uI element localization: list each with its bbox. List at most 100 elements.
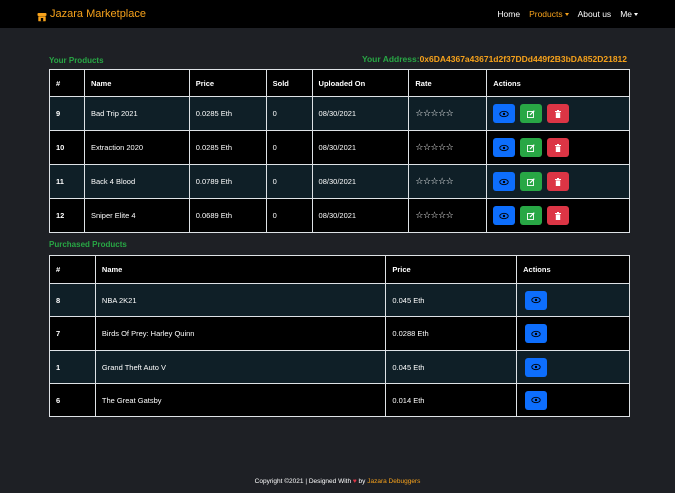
table-header-row: # Name Price Sold Uploaded On Rate Actio… [49, 69, 630, 97]
caret-down-icon [634, 12, 638, 16]
column-header: Price [385, 255, 518, 284]
view-button[interactable] [525, 290, 548, 310]
edit-icon [527, 177, 536, 186]
product-name: Back 4 Blood [83, 164, 190, 199]
star-rating[interactable]: ☆☆☆☆☆ [408, 164, 488, 199]
caret-down-icon [564, 12, 569, 16]
actions-cell [516, 383, 630, 417]
actions-cell [516, 316, 630, 351]
product-sold: 0 [265, 164, 313, 199]
wallet-address: Your Address:0x6DA4367a43671d2f37DDd449f… [362, 54, 627, 64]
product-uploaded: 08/30/2021 [311, 198, 410, 233]
purchase-price: 0.045 Eth [385, 283, 518, 317]
star-rating[interactable]: ☆☆☆☆☆ [408, 96, 488, 131]
product-sold: 0 [265, 130, 313, 165]
product-sold: 0 [265, 198, 313, 233]
product-price: 0.0789 Eth [188, 164, 267, 199]
delete-button[interactable] [547, 172, 570, 191]
view-button[interactable] [493, 206, 516, 225]
column-header: Sold [265, 69, 313, 97]
table-row: 12 Sniper Elite 4 0.0689 Eth 0 08/30/202… [49, 198, 630, 233]
product-id: 12 [49, 198, 85, 233]
nav-about[interactable]: About us [578, 9, 612, 19]
trash-icon [555, 109, 562, 118]
actions-cell [486, 130, 630, 165]
view-button[interactable] [493, 104, 516, 123]
column-header: Name [83, 69, 190, 97]
purchase-id: 6 [49, 383, 96, 417]
actions-cell [486, 164, 630, 199]
delete-button[interactable] [547, 104, 570, 123]
delete-button[interactable] [547, 138, 570, 157]
nav-links: Home Products About us Me [488, 0, 638, 28]
purchase-name: Birds Of Prey: Harley Quinn [94, 316, 387, 351]
footer: Copyright ©2021 | Designed With ♥ by Jaz… [0, 478, 675, 485]
trash-icon [555, 143, 562, 152]
footer-team-link[interactable]: Jazara Debuggers [367, 478, 420, 485]
product-price: 0.0285 Eth [188, 96, 267, 131]
table-row: 10 Extraction 2020 0.0285 Eth 0 08/30/20… [49, 130, 630, 165]
eye-icon [499, 110, 509, 117]
view-button[interactable] [525, 324, 548, 343]
purchase-name: Grand Theft Auto V [94, 350, 387, 384]
edit-button[interactable] [520, 206, 543, 225]
purchase-id: 1 [49, 350, 96, 384]
nav-me-label: Me [620, 9, 632, 19]
actions-cell [486, 198, 630, 233]
purchased-products-title: Purchased Products [49, 240, 127, 249]
address-label: Your Address: [361, 54, 420, 64]
column-header: Uploaded On [311, 69, 410, 97]
nav-products-dropdown[interactable]: Products [529, 9, 569, 19]
view-button[interactable] [525, 357, 548, 377]
delete-button[interactable] [547, 206, 570, 225]
brand-link[interactable]: Jazara Marketplace [37, 7, 146, 22]
column-header: Actions [486, 69, 630, 97]
trash-icon [555, 211, 562, 220]
product-sold: 0 [265, 96, 313, 131]
eye-icon [531, 363, 541, 371]
your-products-table: # Name Price Sold Uploaded On Rate Actio… [49, 69, 630, 233]
view-button[interactable] [493, 138, 516, 157]
edit-button[interactable] [520, 138, 543, 157]
product-uploaded: 08/30/2021 [311, 164, 410, 199]
eye-icon [531, 396, 541, 404]
edit-icon [527, 109, 536, 118]
edit-button[interactable] [520, 104, 543, 123]
star-rating[interactable]: ☆☆☆☆☆ [408, 130, 488, 165]
product-price: 0.0285 Eth [188, 130, 267, 165]
column-header: Actions [516, 255, 630, 284]
nav-home-label: Home [497, 9, 521, 19]
eye-icon [499, 144, 509, 151]
table-row: 6 The Great Gatsby 0.014 Eth [49, 383, 630, 417]
actions-cell [486, 96, 630, 131]
edit-button[interactable] [520, 172, 543, 191]
product-name: Bad Trip 2021 [83, 96, 190, 131]
brand-name: Jazara Marketplace [50, 8, 146, 20]
table-row: 8 NBA 2K21 0.045 Eth [49, 283, 630, 317]
product-id: 9 [49, 96, 85, 131]
edit-icon [527, 211, 536, 220]
nav-me-dropdown[interactable]: Me [620, 9, 638, 19]
column-header: Rate [408, 69, 488, 97]
table-row: 11 Back 4 Blood 0.0789 Eth 0 08/30/2021 … [49, 164, 630, 199]
view-button[interactable] [493, 172, 516, 191]
star-rating[interactable]: ☆☆☆☆☆ [408, 198, 488, 233]
nav-home[interactable]: Home [497, 9, 520, 19]
purchase-id: 8 [49, 283, 96, 317]
product-id: 10 [49, 130, 85, 165]
address-value: 0x6DA4367a43671d2f37DDd449f2B3bDA852D218… [419, 54, 627, 64]
product-uploaded: 08/30/2021 [311, 130, 410, 165]
purchase-name: The Great Gatsby [94, 383, 387, 417]
product-price: 0.0689 Eth [188, 198, 267, 233]
table-row: 9 Bad Trip 2021 0.0285 Eth 0 08/30/2021 … [49, 96, 630, 131]
eye-icon [531, 296, 541, 304]
footer-copyright: Copyright ©2021 | Designed With [254, 478, 353, 485]
view-button[interactable] [525, 390, 548, 410]
purchase-name: NBA 2K21 [94, 283, 387, 317]
product-id: 11 [49, 164, 85, 199]
purchase-price: 0.0288 Eth [385, 316, 518, 351]
edit-icon [527, 143, 536, 152]
your-products-title: Your Products [49, 56, 104, 65]
nav-products-label: Products [529, 9, 563, 19]
purchase-id: 7 [49, 316, 96, 351]
